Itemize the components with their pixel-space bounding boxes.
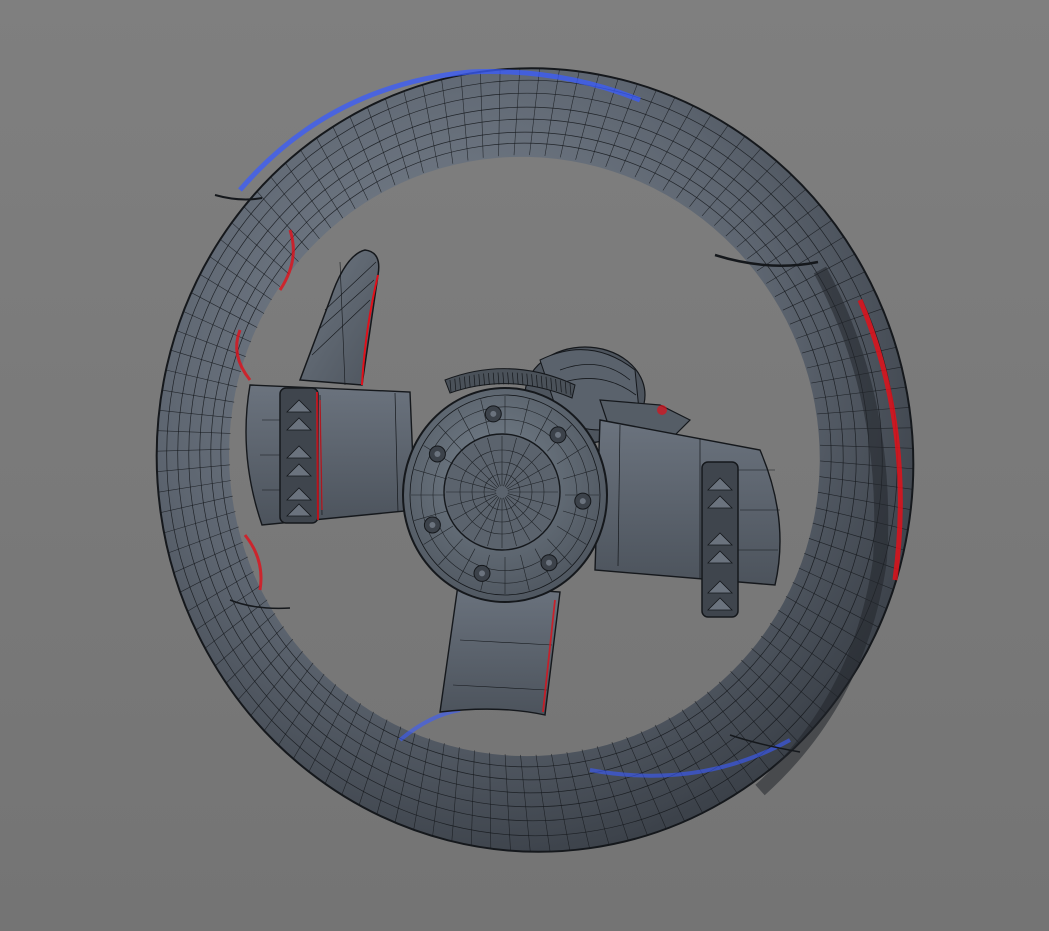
hub-bolt-head [555, 431, 561, 438]
hub-bolt-head [490, 410, 497, 417]
hub-bolt-head [479, 570, 485, 577]
bottom-spoke [439, 584, 561, 716]
3d-viewport[interactable] [0, 0, 1049, 931]
center-hub [402, 387, 608, 603]
hub-bolt-head [579, 498, 586, 505]
hub-bolt-head [434, 451, 441, 457]
right-button-pad [701, 461, 739, 618]
hub-bolt-head [546, 559, 552, 566]
left-spoke [245, 384, 416, 526]
left-button-pad [279, 387, 319, 524]
hub-bolt-head [429, 522, 436, 528]
